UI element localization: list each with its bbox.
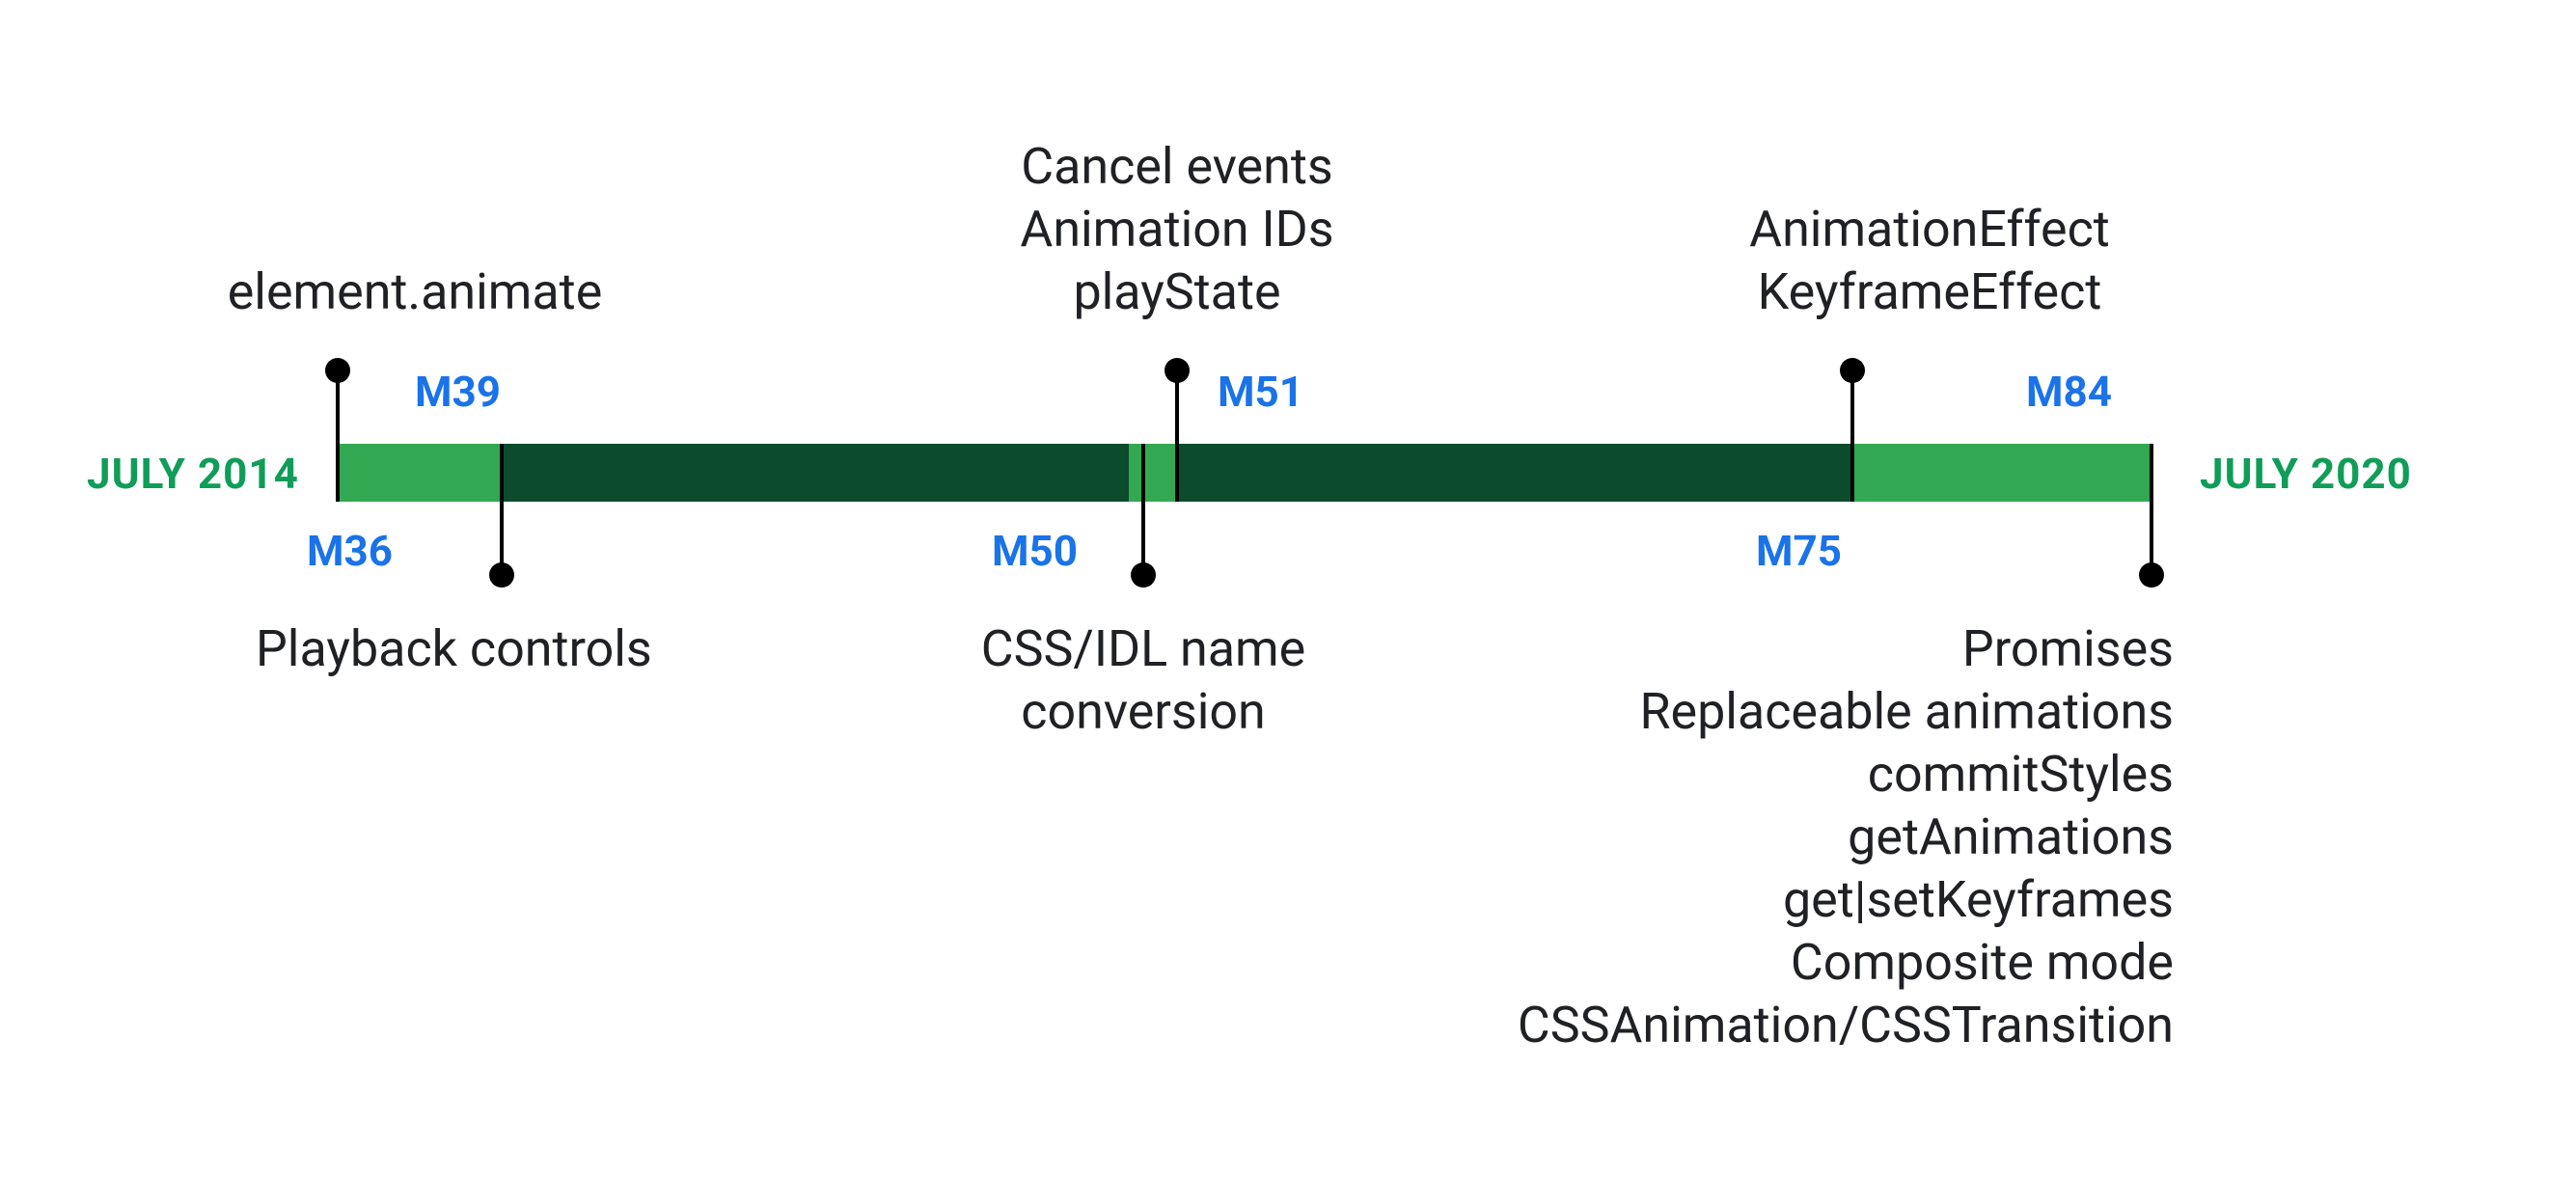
event-line: Promises [1518,617,2174,680]
marker-stem-m39 [500,444,504,575]
marker-dot-m39 [489,562,514,588]
event-text-m50: CSS/IDL name conversion [981,617,1305,743]
marker-stem-m51 [1175,370,1179,502]
milestone-label-m50: M50 [992,526,1078,576]
event-text-m51: Cancel events Animation IDs playState [1020,135,1333,323]
event-line: CSSAnimation/CSSTransition [1518,994,2174,1056]
event-text-m39: Playback controls [256,617,652,680]
milestone-label-m51: M51 [1218,367,1303,417]
marker-dot-m50 [1131,562,1156,588]
event-line: AnimationEffect [1749,198,2110,260]
marker-dot-m51 [1165,358,1190,383]
milestone-label-m36: M36 [307,526,393,576]
event-line: Cancel events [1020,135,1333,198]
marker-stem-m50 [1141,444,1145,575]
bar-seg-m39-m50 [502,444,1129,502]
milestone-label-m84: M84 [2026,367,2112,417]
event-text-m36: element.animate [228,260,603,323]
milestone-label-m75: M75 [1756,526,1842,576]
event-line: Composite mode [1518,931,2174,994]
event-line: get|setKeyframes [1518,868,2174,931]
timeline-diagram: JULY 2014 JULY 2020 M36 element.animate … [0,0,2576,1204]
event-line: Playback controls [256,617,652,680]
event-line: playState [1020,260,1333,323]
event-line: CSS/IDL name [981,617,1305,680]
timeline-start-label: JULY 2014 [87,449,299,499]
marker-stem-m36 [336,370,340,502]
event-line: getAnimations [1518,806,2174,868]
bar-seg-m50-m51 [1129,444,1177,502]
bar-seg-m36-m39 [338,444,502,502]
bar-seg-m51-m75 [1177,444,1852,502]
marker-dot-m36 [325,358,350,383]
event-line: commitStyles [1518,743,2174,806]
event-text-m84: Promises Replaceable animations commitSt… [1518,617,2174,1056]
event-line: element.animate [228,260,603,323]
bar-seg-m75-m84 [1852,444,2151,502]
event-line: Replaceable animations [1518,680,2174,743]
marker-dot-m84 [2139,562,2164,588]
event-line: KeyframeEffect [1749,260,2110,323]
event-line: conversion [981,680,1305,743]
event-text-m75: AnimationEffect KeyframeEffect [1749,198,2110,323]
milestone-label-m39: M39 [415,367,501,417]
event-line: Animation IDs [1020,198,1333,260]
marker-dot-m75 [1840,358,1865,383]
marker-stem-m84 [2150,444,2153,575]
marker-stem-m75 [1850,370,1854,502]
timeline-end-label: JULY 2020 [2200,449,2412,499]
